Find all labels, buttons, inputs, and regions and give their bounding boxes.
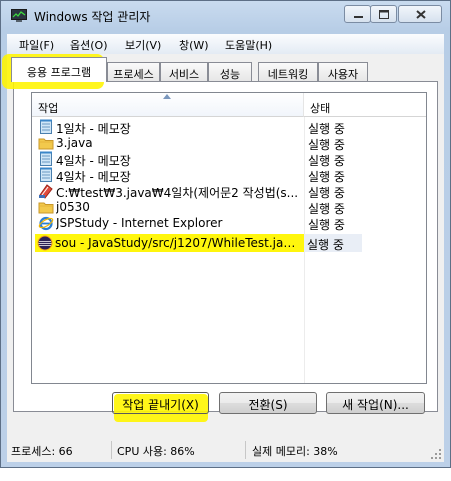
task-row[interactable]: 1일차 - 메모장 실행 중 [32,119,426,136]
tab-networking[interactable]: 네트워킹 [258,62,318,81]
task-name: 3.java [56,136,93,150]
menu-view[interactable]: 보기(V) [125,37,161,53]
task-row[interactable]: JSPStudy - Internet Explorer 실행 중 [32,215,426,232]
minimize-button[interactable] [344,5,371,23]
notepad-icon [40,167,52,182]
task-status: 실행 중 [308,218,345,232]
tab-processes[interactable]: 프로세스 [107,62,160,81]
task-row[interactable]: 4일차 - 메모장 실행 중 [32,167,426,184]
tab-performance[interactable]: 성능 [208,62,252,81]
tab-users[interactable]: 사용자 [318,62,368,81]
task-name: JSPStudy - Internet Explorer [56,216,223,230]
task-row[interactable]: j0530 실행 중 [32,199,426,216]
new-task-button[interactable]: 새 작업(N)... [326,392,425,414]
task-row-selected[interactable]: sou - JavaStudy/src/j1207/WhileTest.jav.… [31,235,425,252]
task-name: j0530 [56,200,90,214]
internet-explorer-icon [38,216,54,231]
status-divider [245,441,246,459]
menu-options[interactable]: 옵션(O) [70,37,107,53]
task-row[interactable]: C:₩test₩3.java₩4일차(제어문2 작성법(s... 실행 중 [32,183,426,200]
memory-usage: 실제 메모리: 38% [252,445,338,458]
status-bar: 프로세스: 66 CPU 사용: 86% 실제 메모리: 38% [7,438,444,462]
status-divider [111,441,112,459]
tab-services[interactable]: 서비스 [160,62,208,81]
window-title: Windows 작업 관리자 [34,10,151,24]
resize-grip-icon[interactable] [431,449,442,460]
minimize-icon [354,16,363,18]
hwp-document-icon [39,184,53,199]
maximize-icon [379,10,389,19]
title-bar[interactable]: Windows 작업 관리자 [1,1,450,31]
task-status: 실행 중 [307,238,344,252]
menu-file[interactable]: 파일(F) [19,37,54,53]
eclipse-icon [37,235,53,251]
close-button[interactable] [398,5,442,23]
task-row[interactable]: 3.java 실행 중 [32,135,426,152]
menu-windows[interactable]: 창(W) [179,37,209,53]
menu-help[interactable]: 도움말(H) [225,37,272,53]
column-header-status[interactable]: 상태 [304,93,426,117]
sort-ascending-icon [163,94,171,99]
process-count: 프로세스: 66 [11,445,73,458]
column-label-task: 작업 [38,102,59,115]
notepad-icon [40,119,52,134]
maximize-button[interactable] [370,5,397,23]
task-name: sou - JavaStudy/src/j1207/WhileTest.jav.… [55,236,299,250]
task-manager-icon [11,9,27,23]
tab-applications[interactable]: 응용 프로그램 [11,57,107,82]
folder-icon [38,138,54,150]
end-task-button[interactable]: 작업 끝내기(X) [112,392,209,414]
task-row[interactable]: 4일차 - 메모장 실행 중 [32,151,426,168]
menu-bar: 파일(F) 옵션(O) 보기(V) 창(W) 도움말(H) [7,34,444,54]
notepad-icon [40,151,52,166]
switch-to-button[interactable]: 전환(S) [219,392,317,414]
close-icon [416,10,426,19]
folder-icon [38,202,54,214]
cpu-usage: CPU 사용: 86% [117,445,195,458]
column-header-task[interactable]: 작업 [32,93,304,117]
